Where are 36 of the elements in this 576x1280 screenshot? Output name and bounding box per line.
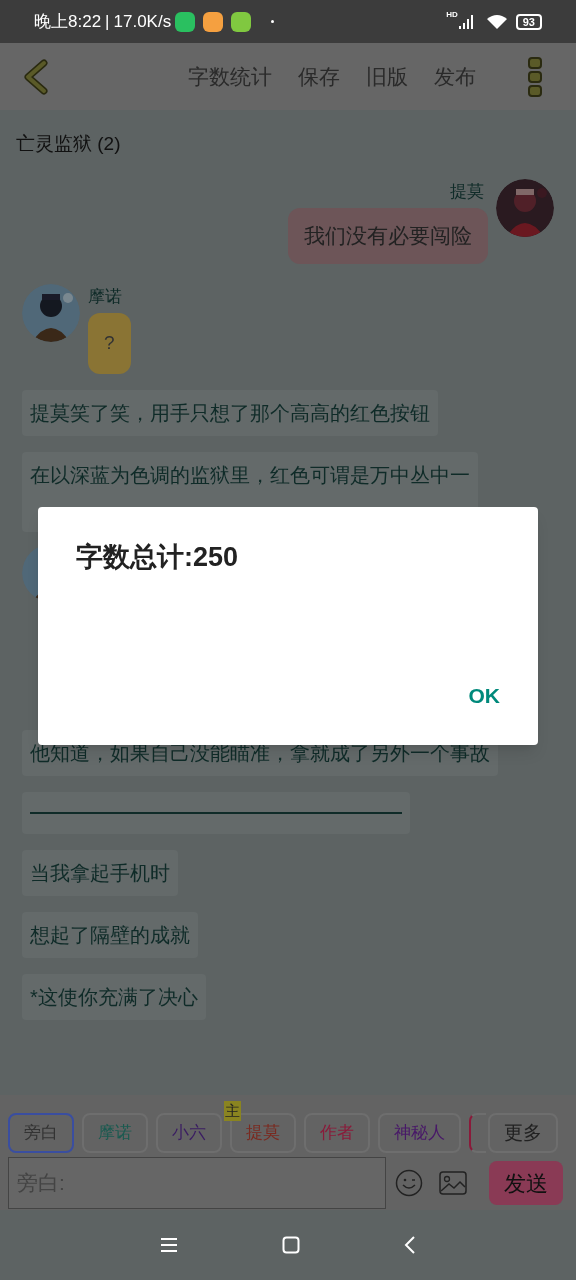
narration-bubble: *这使你充满了决心	[22, 973, 206, 1020]
menu-icon[interactable]	[160, 1237, 178, 1253]
send-button[interactable]: 发送	[489, 1161, 563, 1205]
toolbar-action[interactable]: 保存	[298, 60, 340, 93]
narration-bubble: 想起了隔壁的成就	[22, 911, 198, 958]
chat-title: 亡灵监狱 (2)	[16, 132, 122, 156]
role-chip[interactable]: 摩诺	[82, 1113, 148, 1153]
role-chip[interactable]: 作者	[304, 1113, 370, 1153]
role-chip[interactable]: 神秘人	[378, 1113, 461, 1153]
narration-bubble: 提莫笑了笑，用手只想了那个高高的红色按钮	[22, 389, 438, 436]
toolbar-action[interactable]: 发布	[434, 60, 476, 93]
status-separator: |	[105, 10, 110, 33]
message-bubble: 我们没有必要闯险	[288, 208, 488, 264]
hd-label: HD	[446, 9, 458, 21]
back-nav-icon[interactable]	[404, 1236, 416, 1254]
sender-name: 摩诺	[88, 285, 122, 308]
home-icon[interactable]	[282, 1236, 300, 1254]
role-chip[interactable]	[469, 1113, 486, 1153]
network-speed: 17.0K/s	[113, 10, 172, 33]
ok-button[interactable]: OK	[454, 675, 514, 715]
more-icon[interactable]	[528, 56, 542, 97]
battery-icon: 93	[515, 13, 542, 30]
wifi-icon	[485, 13, 508, 30]
sender-name: 提莫	[450, 180, 484, 203]
dialog-title: 字数总计:250	[76, 541, 240, 574]
role-chip[interactable]: 小六	[156, 1113, 222, 1153]
main-badge: 主	[224, 1101, 241, 1121]
narration-bubble: 当我拿起手机时	[22, 849, 178, 896]
message-bubble: ?	[88, 313, 131, 374]
more-button[interactable]: 更多	[488, 1113, 558, 1153]
status-time: 晚上8:22	[34, 10, 102, 33]
emoji-icon[interactable]	[395, 1169, 423, 1197]
signal-icon	[457, 13, 474, 30]
toolbar-action[interactable]: 字数统计	[188, 60, 272, 93]
toolbar-action[interactable]: 旧版	[366, 60, 408, 93]
image-icon[interactable]	[439, 1171, 467, 1195]
